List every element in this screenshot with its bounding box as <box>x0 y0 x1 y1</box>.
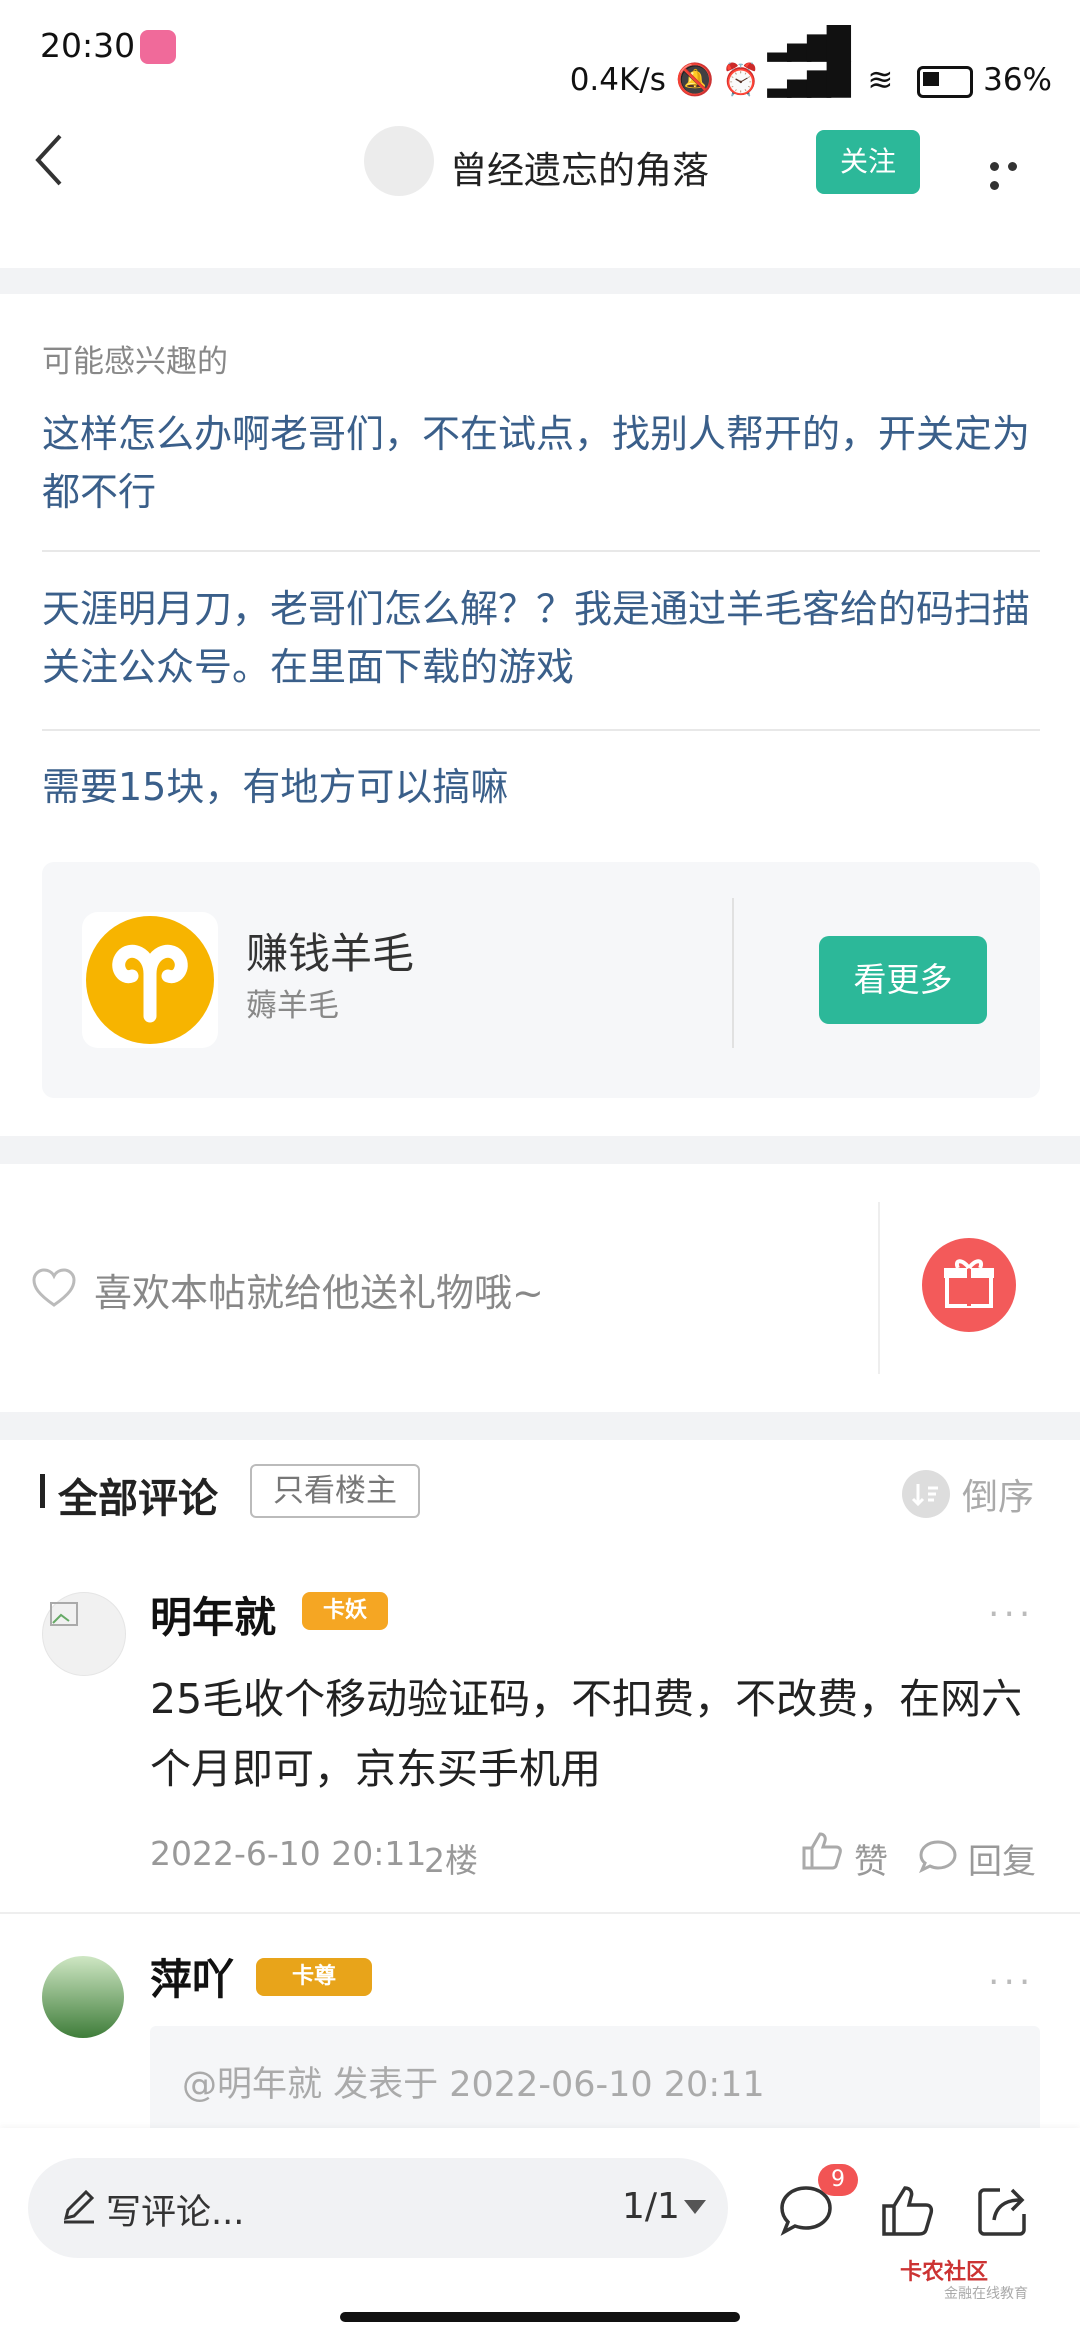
follow-button[interactable]: 关注 <box>816 130 920 194</box>
mute-icon: 🔕 <box>675 62 715 98</box>
battery-level: 36% <box>983 62 1052 98</box>
section-divider <box>0 1136 1080 1164</box>
sort-label[interactable]: 倒序 <box>962 1468 1034 1520</box>
related-item[interactable]: 天涯明月刀，老哥们怎么解？？我是通过羊毛客给的码扫描关注公众号。在里面下载的游戏 <box>42 580 1042 696</box>
divider <box>42 729 1040 731</box>
see-more-button[interactable]: 看更多 <box>819 936 987 1024</box>
section-divider <box>0 268 1080 294</box>
net-speed: 0.4K/s <box>569 62 666 98</box>
bilibili-app-icon <box>140 30 176 64</box>
thumbs-up-icon[interactable] <box>878 2180 938 2240</box>
gift-button[interactable] <box>922 1238 1016 1332</box>
related-item[interactable]: 这样怎么办啊老哥们，不在试点，找别人帮开的，开关定为都不行 <box>42 405 1042 521</box>
broken-image-icon <box>50 1602 78 1626</box>
page-indicator[interactable]: 1/1 <box>622 2186 680 2227</box>
battery-icon <box>917 65 974 98</box>
avatar[interactable] <box>42 1592 126 1676</box>
related-label: 可能感兴趣的 <box>42 344 228 380</box>
aries-logo-icon <box>82 912 218 1048</box>
level-badge: 卡尊 <box>256 1958 372 1996</box>
wifi-icon: ≋ <box>867 62 894 98</box>
related-item[interactable]: 需要15块，有地方可以搞嘛 <box>42 758 1042 816</box>
gift-prompt: 喜欢本帖就给他送礼物哦~ <box>94 1271 544 1315</box>
back-button[interactable] <box>26 130 74 190</box>
bottom-bar: 写评论... 1/1 9 <box>0 2128 1080 2340</box>
share-icon[interactable] <box>974 2180 1034 2240</box>
status-right: 0.4K/s 🔕 ⏰ ▂▄▆█ ▂▄▆█ ≋ 36% <box>570 26 1052 98</box>
section-divider <box>0 1412 1080 1440</box>
level-badge: 卡妖 <box>302 1592 388 1630</box>
signal-icon: ▂▄▆█ ▂▄▆█ <box>767 26 851 98</box>
comment-more-icon[interactable]: ··· <box>988 1594 1034 1635</box>
comment-floor: 2楼 <box>424 1841 478 1880</box>
alarm-icon: ⏰ <box>721 62 761 98</box>
card-subtitle: 薅羊毛 <box>246 988 339 1024</box>
only-host-button[interactable]: 只看楼主 <box>250 1464 420 1518</box>
divider <box>42 550 1040 552</box>
sort-icon[interactable] <box>902 1470 950 1518</box>
divider <box>0 1912 1080 1914</box>
card-title: 赚钱羊毛 <box>246 929 415 978</box>
like-label[interactable]: 赞 <box>854 1834 888 1883</box>
reply-label[interactable]: 回复 <box>968 1834 1036 1883</box>
author-avatar[interactable] <box>364 126 434 196</box>
heart-icon[interactable] <box>32 1268 76 1308</box>
divider <box>878 1202 880 1374</box>
quote-text: @明年就 发表于 2022-06-10 20:11 <box>182 2065 765 2105</box>
chevron-down-icon[interactable] <box>684 2200 706 2214</box>
comment-author[interactable]: 萍吖 <box>150 1946 234 2007</box>
gift-icon <box>944 1259 994 1308</box>
thumbs-up-icon[interactable] <box>800 1828 844 1872</box>
home-indicator[interactable] <box>340 2312 740 2322</box>
forum-card[interactable]: 赚钱羊毛 薅羊毛 看更多 <box>42 862 1040 1098</box>
more-options-icon[interactable] <box>990 156 1038 190</box>
divider <box>732 898 734 1048</box>
status-time: 20:30 <box>40 26 136 65</box>
watermark-subtitle: 金融在线教育 <box>944 2286 1028 2302</box>
comment-text: 25毛收个移动验证码，不扣费，不改费，在网六个月即可，京东买手机用 <box>150 1675 1023 1793</box>
pen-icon <box>63 2189 95 2224</box>
section-marker <box>40 1474 45 1508</box>
author-name[interactable]: 曾经遗忘的角落 <box>450 140 709 194</box>
status-bar: 20:30 0.4K/s 🔕 ⏰ ▂▄▆█ ▂▄▆█ ≋ 36% <box>0 0 1080 98</box>
comment-date: 2022-6-10 20:11 <box>150 1834 427 1873</box>
comments-title: 全部评论 <box>58 1476 218 1522</box>
avatar[interactable] <box>42 1956 124 2038</box>
comment-author[interactable]: 明年就 <box>150 1584 276 1645</box>
comment-placeholder: 写评论... <box>106 2193 245 2233</box>
comment-more-icon[interactable]: ··· <box>988 1962 1034 2003</box>
reply-icon[interactable] <box>918 1838 958 1874</box>
comment-input[interactable]: 写评论... 1/1 <box>28 2158 728 2258</box>
comment-count-badge: 9 <box>818 2164 858 2196</box>
chevron-left-icon <box>35 134 62 186</box>
watermark-title: 卡农社区 <box>900 2260 989 2285</box>
